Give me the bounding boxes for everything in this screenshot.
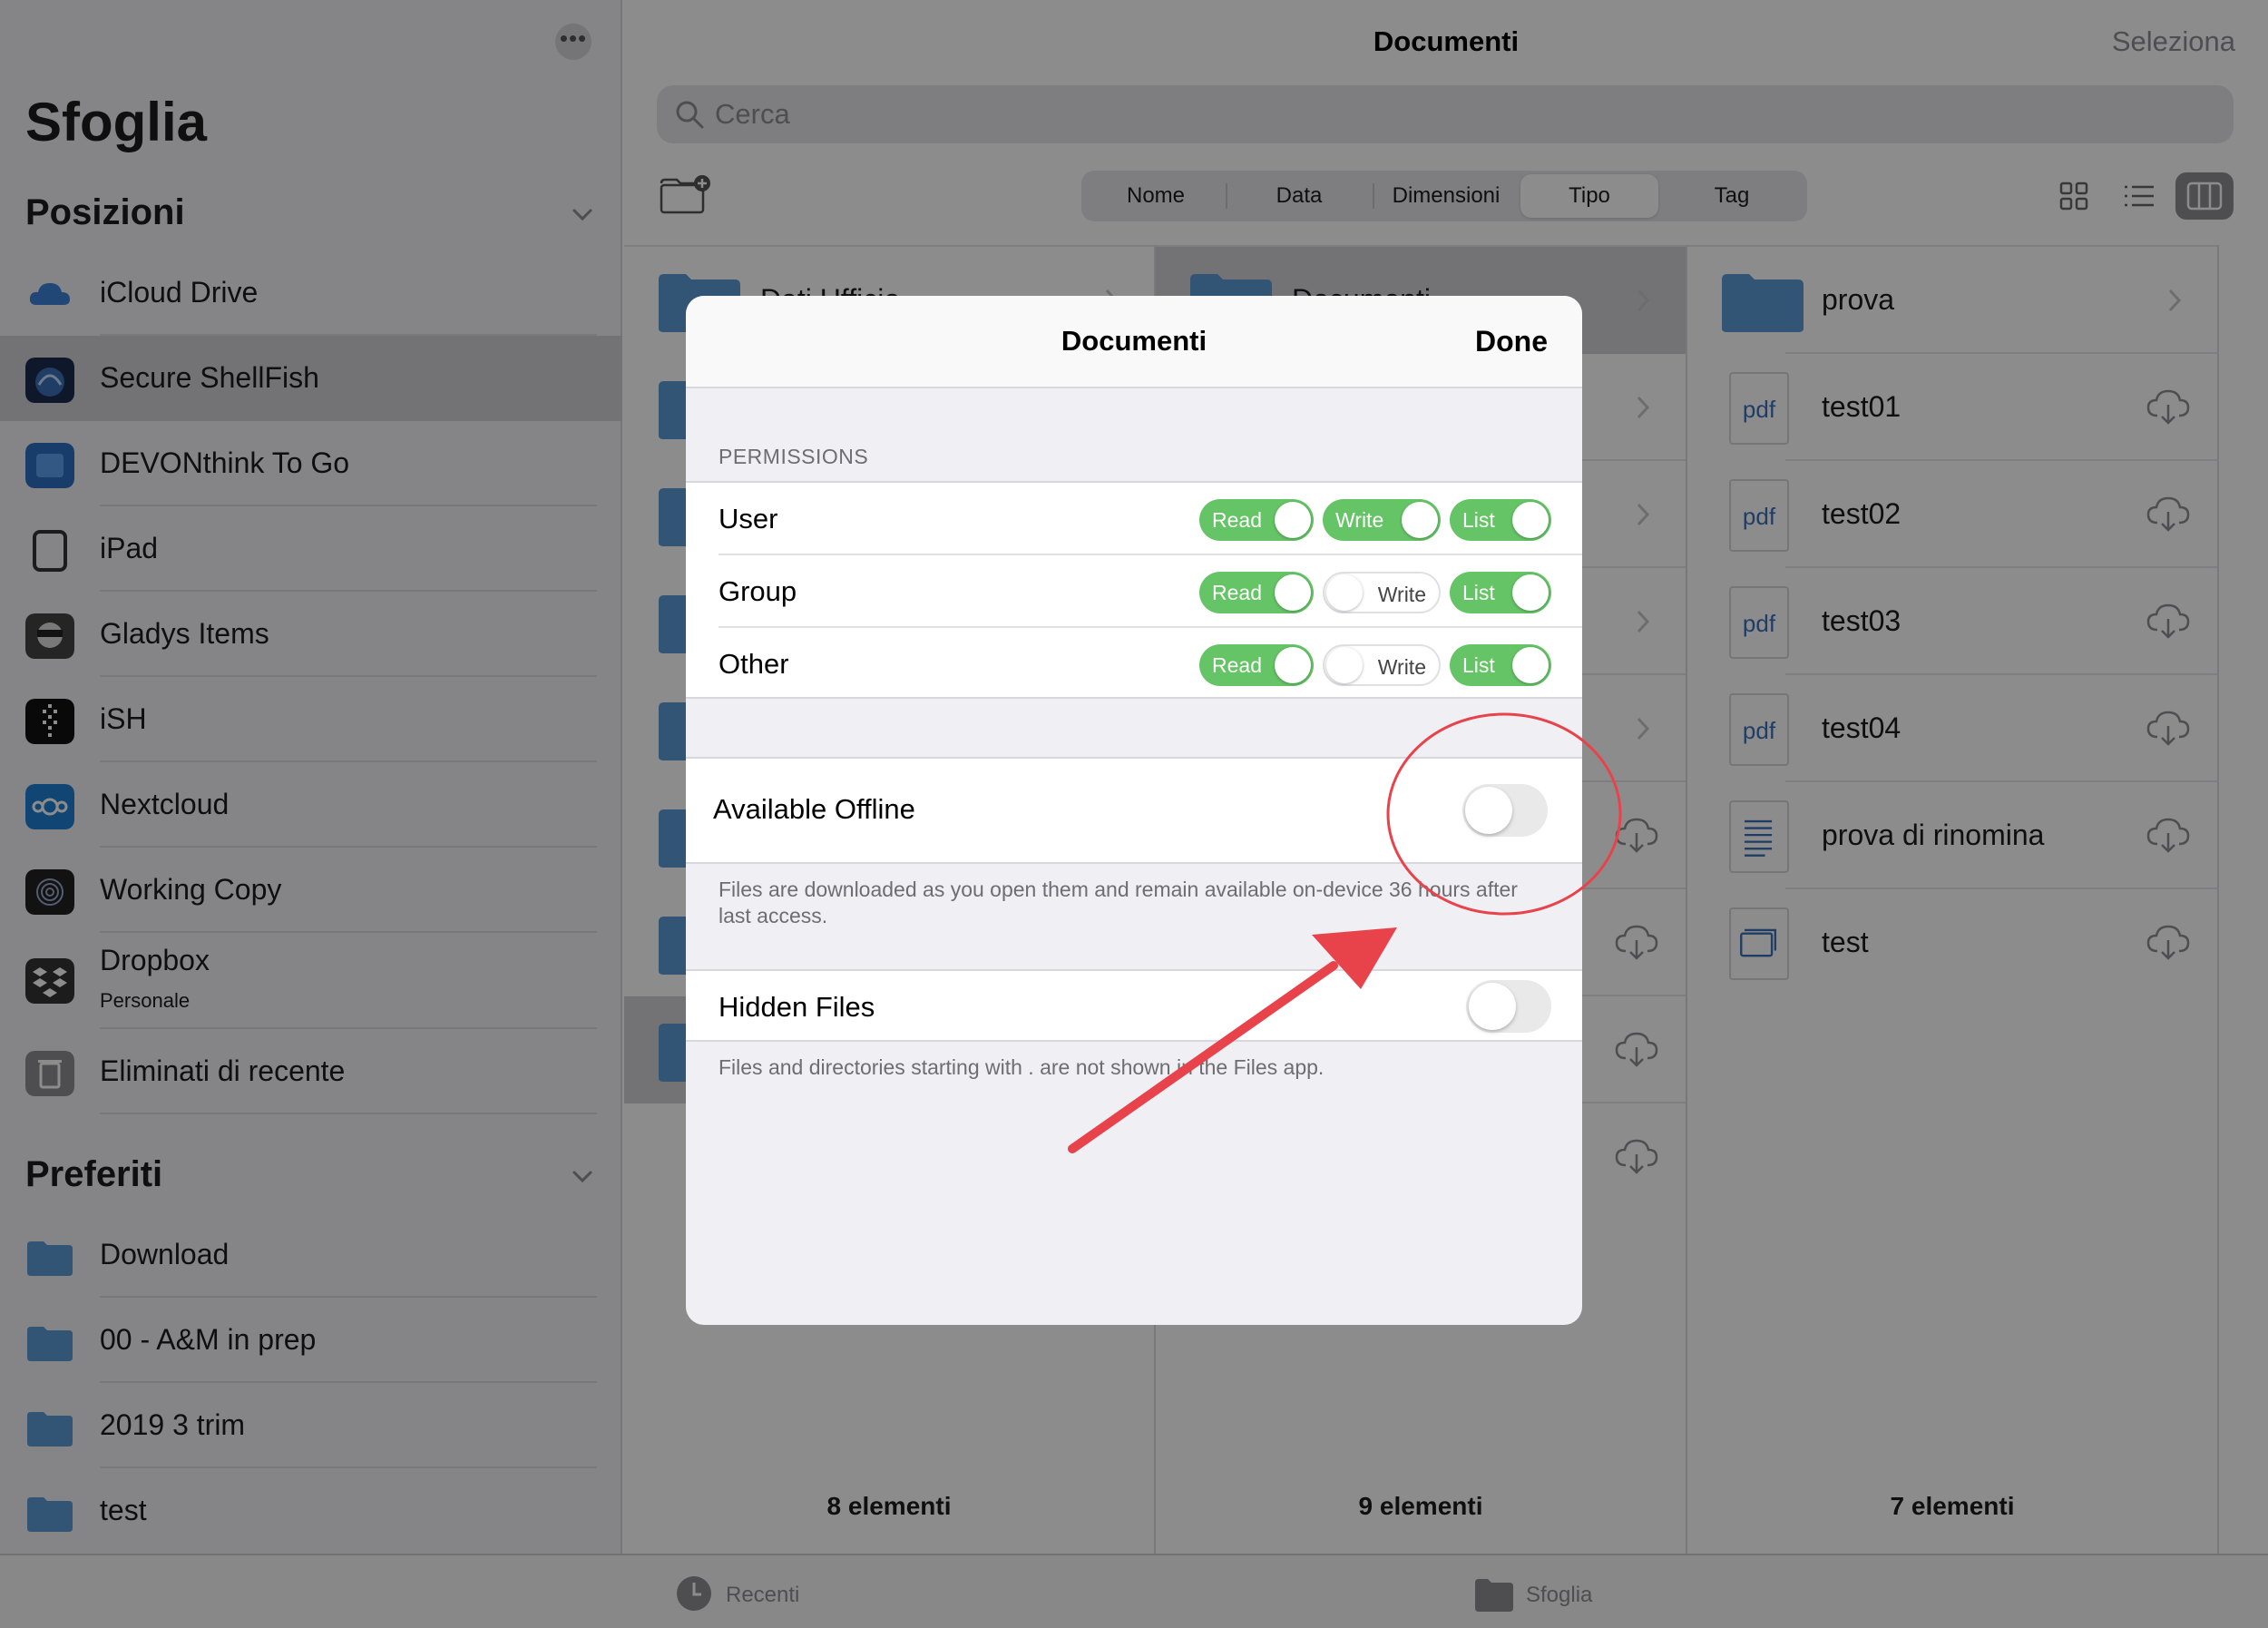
group-list-toggle[interactable]: List xyxy=(1450,572,1551,613)
permissions-header: PERMISSIONS xyxy=(719,445,869,468)
hidden-files-label: Hidden Files xyxy=(719,991,875,1023)
available-offline-toggle[interactable] xyxy=(1462,784,1548,837)
permission-label: Other xyxy=(719,648,789,680)
permission-row-other: Other Read Write List xyxy=(686,628,1582,701)
done-button[interactable]: Done xyxy=(1475,325,1548,358)
group-read-toggle[interactable]: Read xyxy=(1199,572,1314,613)
user-write-toggle[interactable]: Write xyxy=(1323,499,1441,541)
permission-label: Group xyxy=(719,575,797,607)
other-write-toggle[interactable]: Write xyxy=(1323,644,1441,686)
group-write-toggle[interactable]: Write xyxy=(1323,572,1441,613)
available-offline-label: Available Offline xyxy=(713,793,915,825)
permissions-group: User Read Write List Group Read Write Li… xyxy=(686,481,1582,699)
available-offline-note: Files are downloaded as you open them an… xyxy=(719,878,1518,927)
hidden-files-note: Files and directories starting with . ar… xyxy=(719,1055,1325,1079)
other-read-toggle[interactable]: Read xyxy=(1199,644,1314,686)
other-list-toggle[interactable]: List xyxy=(1450,644,1551,686)
user-read-toggle[interactable]: Read xyxy=(1199,499,1314,541)
permission-row-user: User Read Write List xyxy=(686,483,1582,555)
modal-title: Documenti xyxy=(1061,325,1207,357)
available-offline-row: Available Offline xyxy=(686,757,1582,864)
hidden-files-toggle[interactable] xyxy=(1466,980,1551,1033)
permissions-modal: Documenti Done PERMISSIONS User Read Wri… xyxy=(686,296,1582,1325)
permission-row-group: Group Read Write List xyxy=(686,555,1582,628)
modal-header: Documenti Done xyxy=(686,296,1582,388)
hidden-files-row: Hidden Files xyxy=(686,969,1582,1042)
user-list-toggle[interactable]: List xyxy=(1450,499,1551,541)
permission-label: User xyxy=(719,503,778,534)
